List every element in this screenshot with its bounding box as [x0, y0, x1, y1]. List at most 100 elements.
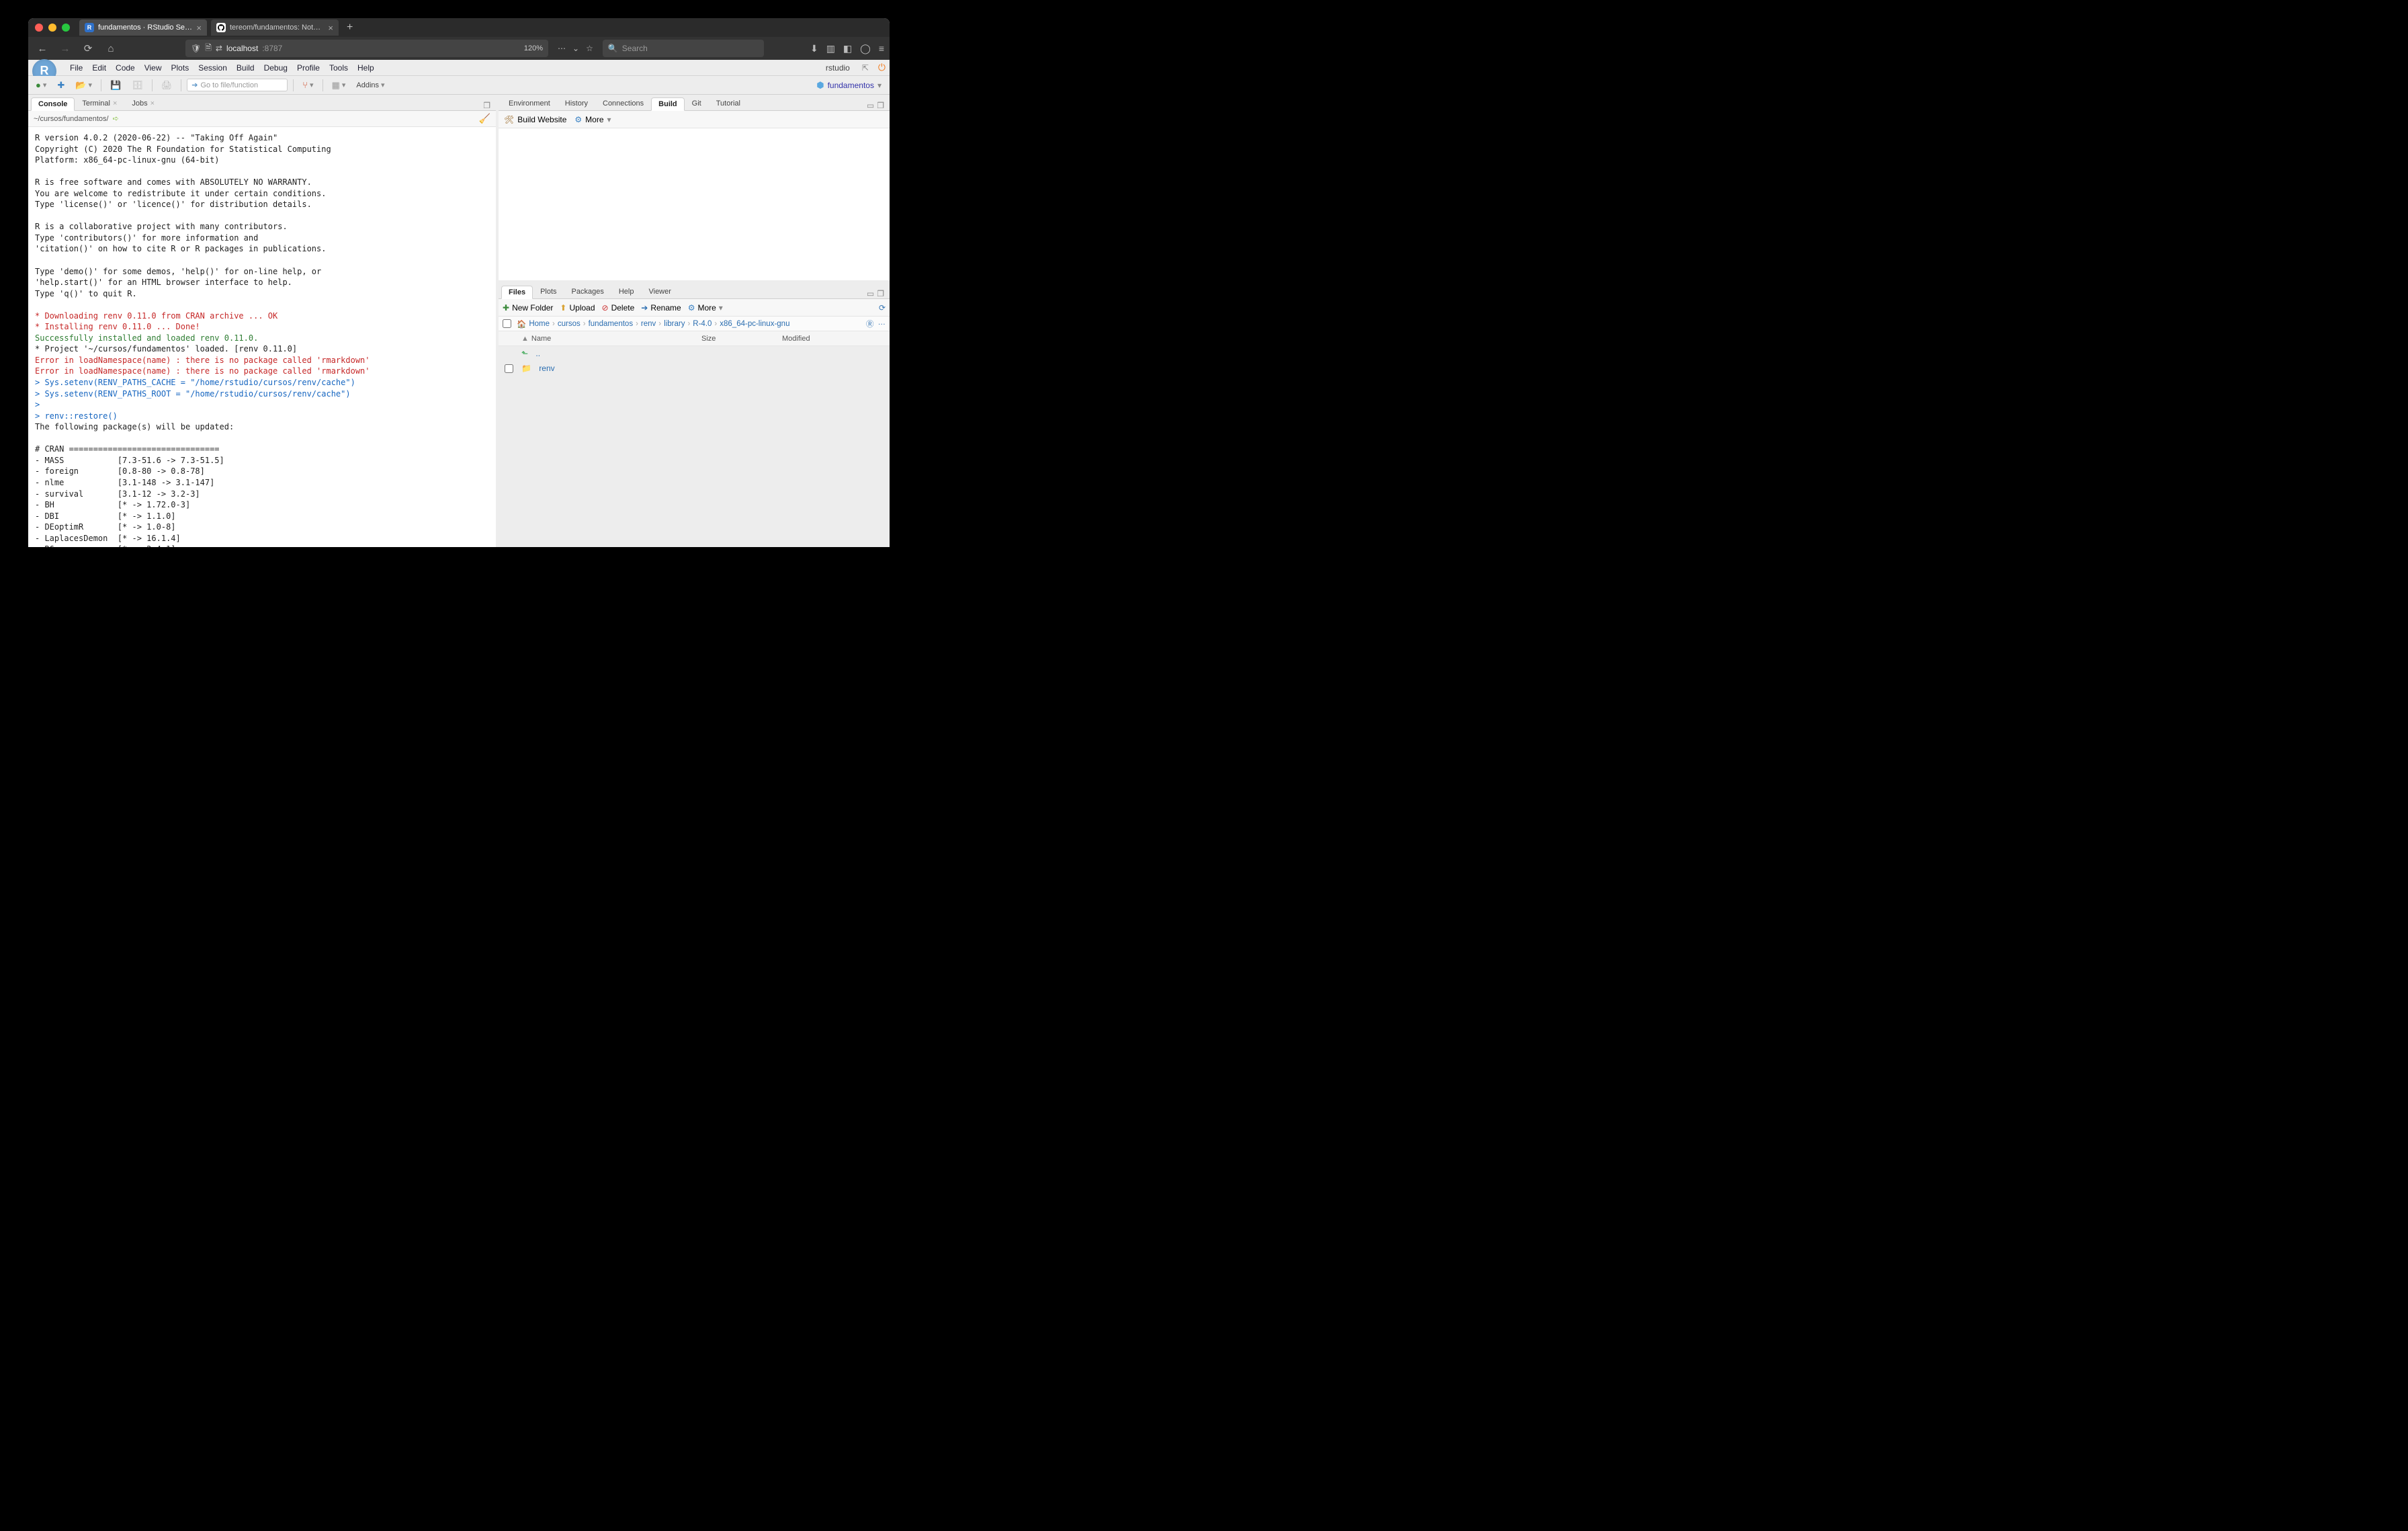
close-icon[interactable]: × [150, 99, 155, 108]
quit-session-icon[interactable]: ⏻ [878, 62, 886, 73]
menu-build[interactable]: Build [236, 63, 255, 73]
rstudio-favicon-icon: R [85, 23, 94, 32]
pane-popout-icon[interactable]: ❐ [877, 101, 884, 110]
crumb[interactable]: cursos [558, 320, 580, 328]
back-button[interactable]: ← [34, 40, 51, 57]
tab-build[interactable]: Build [651, 97, 685, 111]
tab-console[interactable]: Console [31, 97, 75, 111]
menu-profile[interactable]: Profile [297, 63, 320, 73]
browser-tab-github[interactable]: tereom/fundamentos: Notas de × [211, 19, 339, 36]
project-menu[interactable]: ⬢ fundamentos ▾ [812, 79, 886, 92]
tab-packages[interactable]: Packages [564, 285, 611, 298]
menu-debug[interactable]: Debug [264, 63, 288, 73]
col-modified[interactable]: Modified [782, 335, 890, 343]
tab-terminal[interactable]: Terminal× [75, 97, 124, 110]
crumb[interactable]: library [664, 320, 685, 328]
library-icon[interactable]: ▥ [826, 43, 835, 54]
menu-tools[interactable]: Tools [329, 63, 348, 73]
delete-button[interactable]: ⊘Delete [602, 303, 635, 313]
tab-viewer[interactable]: Viewer [641, 285, 678, 298]
grid-button[interactable]: ▦▾ [329, 78, 349, 93]
tab-files[interactable]: Files [501, 286, 533, 299]
rename-button[interactable]: ➔Rename [641, 303, 681, 313]
more-actions-icon[interactable]: ⋯ [558, 44, 566, 53]
save-button[interactable]: 💾 [107, 78, 124, 93]
sort-asc-icon[interactable]: ▲ [521, 335, 529, 343]
tab-connections[interactable]: Connections [595, 97, 651, 110]
close-window-icon[interactable] [35, 24, 43, 32]
more-paths-icon[interactable]: … [878, 319, 886, 329]
col-name[interactable]: Name [531, 335, 551, 343]
window-controls[interactable] [35, 24, 70, 32]
tab-tutorial[interactable]: Tutorial [709, 97, 748, 110]
print-button[interactable]: 🖨 [158, 78, 176, 93]
crumb[interactable]: x86_64-pc-linux-gnu [720, 320, 789, 328]
pane-collapse-icon[interactable]: ▭ [867, 101, 874, 110]
close-tab-icon[interactable]: × [196, 23, 202, 33]
menu-help[interactable]: Help [357, 63, 374, 73]
crumb[interactable]: fundamentos [589, 320, 634, 328]
file-row[interactable]: 📁 renv [499, 361, 890, 376]
browser-search-input[interactable]: 🔍 Search [603, 40, 764, 57]
account-icon[interactable]: ◯ [860, 43, 871, 54]
menu-plots[interactable]: Plots [171, 63, 189, 73]
file-name[interactable]: renv [539, 364, 554, 373]
tab-jobs[interactable]: Jobs× [124, 97, 162, 110]
tab-git[interactable]: Git [685, 97, 709, 110]
refresh-files-icon[interactable]: ⟳ [879, 303, 886, 313]
bookmark-star-icon[interactable]: ☆ [586, 44, 593, 53]
menu-file[interactable]: File [70, 63, 83, 73]
console-output[interactable]: R version 4.0.2 (2020-06-22) -- "Taking … [28, 127, 496, 547]
tab-history[interactable]: History [558, 97, 595, 110]
crumb[interactable]: renv [641, 320, 656, 328]
forward-button[interactable]: → [56, 40, 74, 57]
save-all-button[interactable]: 🗄 [128, 78, 146, 93]
col-size[interactable]: Size [701, 335, 782, 343]
sidebar-icon[interactable]: ◧ [843, 43, 852, 54]
clear-console-icon[interactable]: 🧹 [479, 113, 490, 124]
go-to-dir-icon[interactable]: ➪ [113, 114, 119, 123]
menu-icon[interactable]: ≡ [879, 43, 884, 54]
url-bar[interactable]: 🛡 🗎 ⇄ localhost:8787 120% [185, 40, 548, 57]
close-tab-icon[interactable]: × [328, 23, 333, 33]
build-more-menu[interactable]: ⚙ More ▾ [574, 115, 611, 124]
popout-icon[interactable]: ⇱ [862, 63, 869, 73]
goto-file-input[interactable]: ➔ Go to file/function [187, 79, 288, 91]
new-project-button[interactable]: ✚ [54, 78, 68, 93]
crumb[interactable]: R-4.0 [693, 320, 712, 328]
open-file-button[interactable]: 📂▾ [72, 78, 95, 93]
row-checkbox[interactable] [505, 364, 513, 373]
tab-plots[interactable]: Plots [533, 285, 564, 298]
downloads-icon[interactable]: ⬇ [810, 43, 818, 54]
r-project-icon[interactable]: Ⓡ [866, 319, 874, 329]
home-icon[interactable]: 🏠 [517, 319, 526, 329]
tab-help[interactable]: Help [611, 285, 642, 298]
upload-button[interactable]: ⬆Upload [560, 303, 595, 313]
build-website-button[interactable]: 🛠 Build Website [504, 115, 566, 124]
pane-popout-icon[interactable]: ❐ [877, 289, 884, 298]
pane-collapse-icon[interactable]: ▭ [867, 289, 874, 298]
new-tab-button[interactable]: + [343, 22, 357, 34]
home-button[interactable]: ⌂ [102, 40, 120, 57]
pocket-icon[interactable]: ⌄ [572, 44, 579, 53]
menu-edit[interactable]: Edit [92, 63, 106, 73]
browser-tab-rstudio[interactable]: R fundamentos · RStudio Server × [79, 19, 207, 36]
maximize-window-icon[interactable] [62, 24, 70, 32]
pane-popout-icon[interactable]: ❐ [483, 101, 490, 110]
files-more-menu[interactable]: ⚙More▾ [688, 303, 723, 313]
menu-view[interactable]: View [144, 63, 162, 73]
minimize-window-icon[interactable] [48, 24, 56, 32]
zoom-level[interactable]: 120% [524, 44, 543, 52]
crumb-home[interactable]: Home [529, 320, 550, 328]
close-icon[interactable]: × [113, 99, 117, 108]
select-all-checkbox[interactable] [503, 319, 511, 328]
git-button[interactable]: ⑂▾ [299, 78, 316, 92]
new-file-button[interactable]: ●▾ [32, 78, 50, 92]
file-row-up[interactable]: ⬑ .. [499, 346, 890, 361]
tab-environment[interactable]: Environment [501, 97, 558, 110]
reload-button[interactable]: ⟳ [79, 40, 97, 57]
addins-menu[interactable]: Addins ▾ [353, 79, 388, 91]
menu-session[interactable]: Session [198, 63, 227, 73]
menu-code[interactable]: Code [116, 63, 135, 73]
new-folder-button[interactable]: ✚New Folder [503, 303, 553, 313]
